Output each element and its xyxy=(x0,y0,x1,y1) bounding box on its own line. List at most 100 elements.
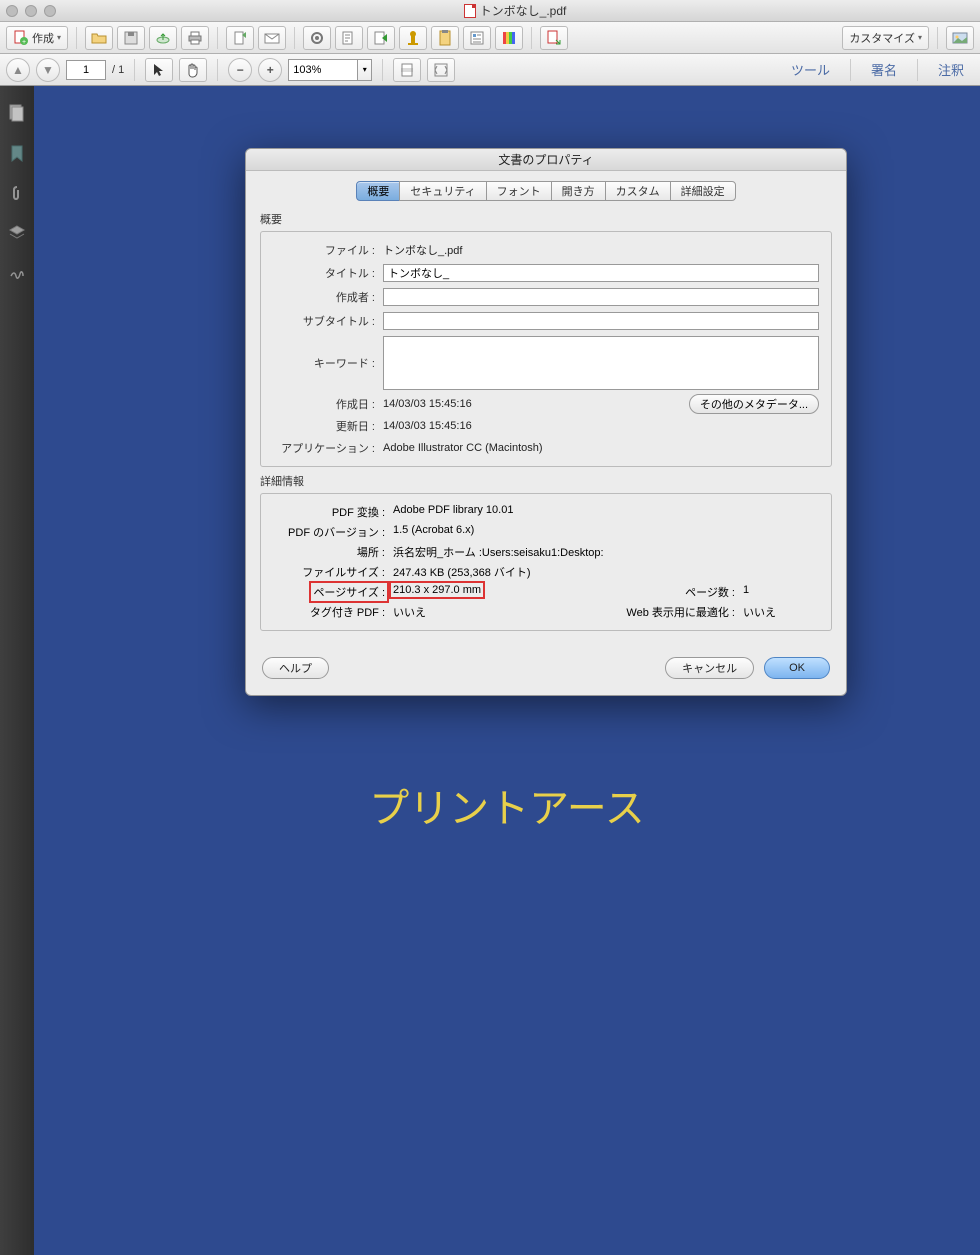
next-page-button[interactable]: ▼ xyxy=(36,58,60,82)
tab-summary[interactable]: 概要 xyxy=(356,181,400,201)
save-button[interactable] xyxy=(117,26,145,50)
file-label: ファイル : xyxy=(273,242,383,258)
tab-security[interactable]: セキュリティ xyxy=(399,181,486,201)
pagesize-value: 210.3 x 297.0 mm xyxy=(389,581,485,599)
form-icon xyxy=(469,30,485,46)
filesize-value: 247.43 KB (253,368 バイト) xyxy=(393,564,793,580)
printer-icon xyxy=(187,30,203,46)
tab-advanced[interactable]: 詳細設定 xyxy=(670,181,736,201)
thumbnails-icon[interactable] xyxy=(8,104,26,122)
page-number-input[interactable] xyxy=(66,60,106,80)
zoom-out-button[interactable] xyxy=(228,58,252,82)
tagged-label: タグ付き PDF : xyxy=(273,604,393,620)
form-button[interactable] xyxy=(463,26,491,50)
cloud-button[interactable] xyxy=(149,26,177,50)
fit-width-button[interactable] xyxy=(427,58,455,82)
stamp-button[interactable] xyxy=(399,26,427,50)
close-window-button[interactable] xyxy=(6,5,18,17)
pdf-convert-icon xyxy=(546,30,562,46)
sign-panel-button[interactable]: 署名 xyxy=(861,60,907,79)
print-button[interactable] xyxy=(181,26,209,50)
author-input[interactable] xyxy=(383,288,819,306)
keywords-label: キーワード : xyxy=(273,355,383,371)
tab-custom[interactable]: カスタム xyxy=(605,181,671,201)
keywords-input[interactable] xyxy=(383,336,819,390)
webopt-value: いいえ xyxy=(743,604,803,620)
fit-page-button[interactable] xyxy=(393,58,421,82)
up-arrow-icon: ▲ xyxy=(12,63,24,77)
tab-open[interactable]: 開き方 xyxy=(551,181,606,201)
summary-section-label: 概要 xyxy=(260,211,832,227)
page-total: / 1 xyxy=(112,64,124,76)
dialog-title: 文書のプロパティ xyxy=(246,149,846,171)
picture-button[interactable] xyxy=(946,26,974,50)
pdf-version-label: PDF のバージョン : xyxy=(273,524,393,540)
comment-panel-button[interactable]: 注釈 xyxy=(928,60,974,79)
layers-icon[interactable] xyxy=(8,224,26,242)
select-tool-button[interactable] xyxy=(145,58,173,82)
details-group: PDF 変換 :Adobe PDF library 10.01 PDF のバージ… xyxy=(260,493,832,631)
gear-icon xyxy=(309,30,325,46)
dropdown-arrow-icon: ▾ xyxy=(918,33,922,42)
fit-width-icon xyxy=(433,62,449,78)
location-value: 浜名宏明_ホーム :Users:seisaku1:Desktop: xyxy=(393,544,793,560)
pdf-producer-label: PDF 変換 : xyxy=(273,504,393,520)
hand-tool-button[interactable] xyxy=(179,58,207,82)
zoom-level-input[interactable]: 103% xyxy=(288,59,358,81)
tools-panel-button[interactable]: ツール xyxy=(781,60,840,79)
edit-button[interactable] xyxy=(335,26,363,50)
location-label: 場所 : xyxy=(273,544,393,560)
envelope-icon xyxy=(264,30,280,46)
minimize-window-button[interactable] xyxy=(25,5,37,17)
floppy-icon xyxy=(123,30,139,46)
down-arrow-icon: ▼ xyxy=(42,63,54,77)
folder-open-icon xyxy=(91,30,107,46)
pdf-file-icon xyxy=(464,4,476,18)
more-metadata-button[interactable]: その他のメタデータ... xyxy=(689,394,819,414)
cancel-button[interactable]: キャンセル xyxy=(665,657,754,679)
subtitle-label: サブタイトル : xyxy=(273,313,383,329)
help-button[interactable]: ヘルプ xyxy=(262,657,329,679)
application-label: アプリケーション : xyxy=(273,440,383,456)
export-button[interactable] xyxy=(367,26,395,50)
bookmark-icon[interactable] xyxy=(8,144,26,162)
open-button[interactable] xyxy=(85,26,113,50)
clipboard-button[interactable] xyxy=(431,26,459,50)
hand-icon xyxy=(185,62,201,78)
details-section-label: 詳細情報 xyxy=(260,473,832,489)
summary-group: ファイル :トンボなし_.pdf タイトル : 作成者 : サブタイトル : キ… xyxy=(260,231,832,467)
prev-page-button[interactable]: ▲ xyxy=(6,58,30,82)
tagged-value: いいえ xyxy=(393,604,613,620)
signature-panel-icon[interactable] xyxy=(8,264,26,282)
zoom-in-button[interactable] xyxy=(258,58,282,82)
tab-font[interactable]: フォント xyxy=(486,181,552,201)
navigation-toolbar: ▲ ▼ / 1 103% ▾ ツール 署名 注釈 xyxy=(0,54,980,86)
settings-button[interactable] xyxy=(303,26,331,50)
title-input[interactable] xyxy=(383,264,819,282)
pagecount-value: 1 xyxy=(743,584,803,600)
pdf-producer-value: Adobe PDF library 10.01 xyxy=(393,504,793,520)
zoom-dropdown-button[interactable]: ▾ xyxy=(358,59,372,81)
pdf-convert-button[interactable] xyxy=(540,26,568,50)
application-value: Adobe Illustrator CC (Macintosh) xyxy=(383,442,819,454)
multimedia-button[interactable] xyxy=(495,26,523,50)
ok-button[interactable]: OK xyxy=(764,657,830,679)
email-button[interactable] xyxy=(258,26,286,50)
export-icon xyxy=(373,30,389,46)
rainbow-icon xyxy=(501,30,517,46)
clipboard-icon xyxy=(437,30,453,46)
share-doc-button[interactable] xyxy=(226,26,254,50)
create-button[interactable]: + 作成 ▾ xyxy=(6,26,68,50)
cloud-upload-icon xyxy=(155,30,171,46)
webopt-label: Web 表示用に最適化 : xyxy=(613,604,743,620)
stamp-icon xyxy=(405,30,421,46)
share-doc-icon xyxy=(232,30,248,46)
subtitle-input[interactable] xyxy=(383,312,819,330)
document-properties-dialog: 文書のプロパティ 概要 セキュリティ フォント 開き方 カスタム 詳細設定 概要… xyxy=(245,148,847,696)
file-value: トンボなし_.pdf xyxy=(383,242,819,258)
customize-button[interactable]: カスタマイズ ▾ xyxy=(842,26,929,50)
pagesize-label: ページサイズ : xyxy=(309,581,389,603)
zoom-window-button[interactable] xyxy=(44,5,56,17)
main-toolbar: + 作成 ▾ カスタマイズ ▾ xyxy=(0,22,980,54)
attachment-icon[interactable] xyxy=(8,184,26,202)
